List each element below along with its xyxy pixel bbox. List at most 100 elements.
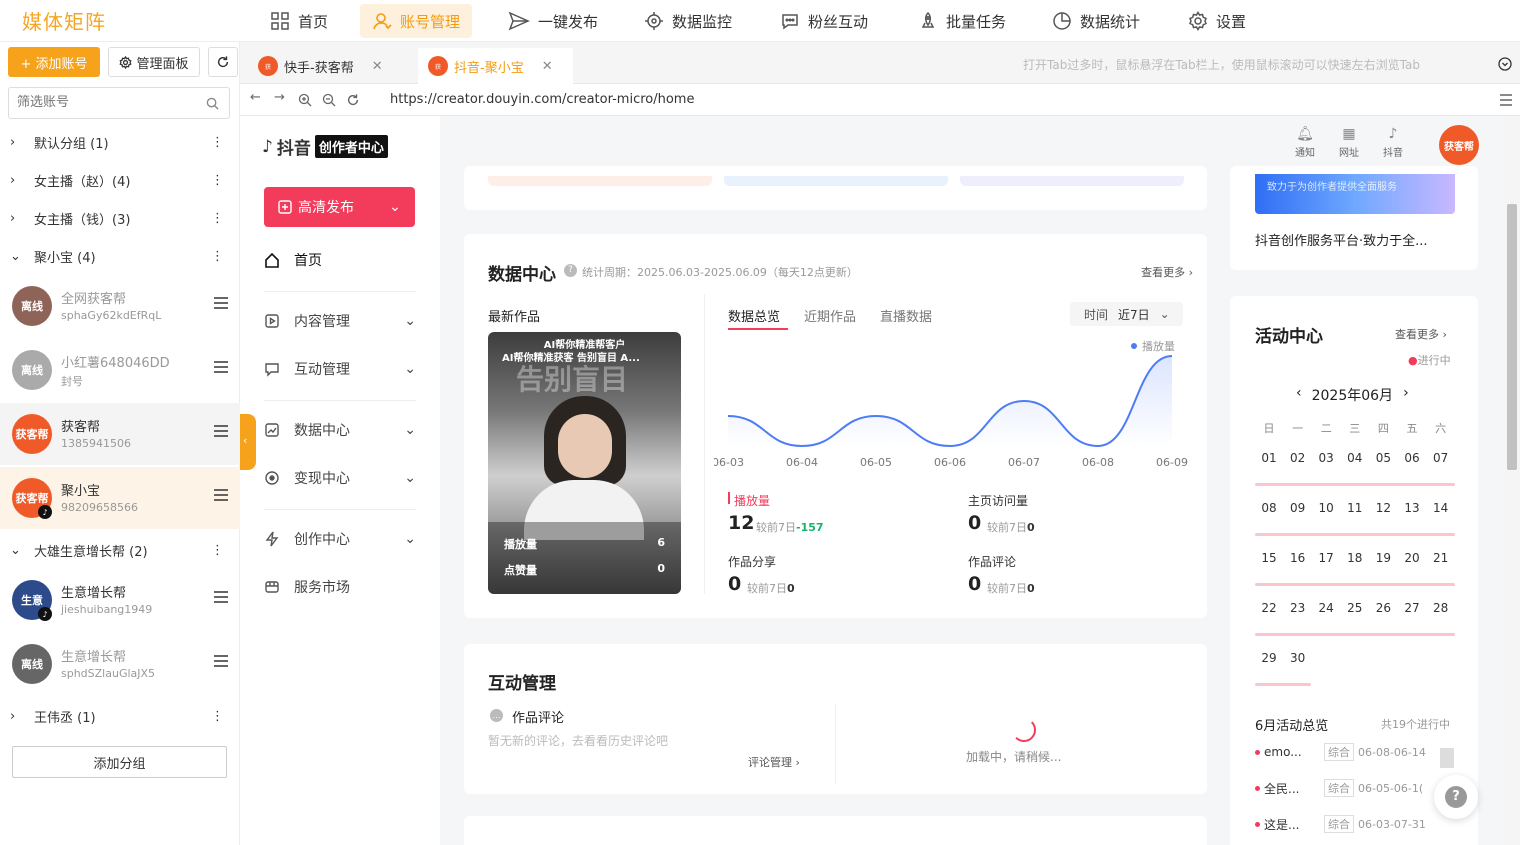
nav-publish[interactable]: 一键发布 xyxy=(496,4,610,38)
close-icon[interactable]: ✕ xyxy=(372,59,383,74)
publish-button[interactable]: 高清发布 ⌄ xyxy=(264,187,415,227)
chevron-left-icon[interactable]: ‹ xyxy=(1296,385,1302,405)
video-thumbnail[interactable]: AI帮你精准帮客户 AI帮你精准获客 告别盲目 A... 告别盲目 播放量 6 … xyxy=(488,332,681,594)
account-item[interactable]: 离线 小红薯648046DD 封号 xyxy=(0,339,240,401)
group-juxiaobao[interactable]: ⌄ 聚小宝 (4) ⋮ xyxy=(0,238,240,274)
calendar-day[interactable]: 09 xyxy=(1284,501,1312,515)
list-icon[interactable] xyxy=(214,361,228,373)
calendar-day[interactable]: 28 xyxy=(1427,601,1455,615)
notification-button[interactable]: 🔔︎ 通知 xyxy=(1290,126,1320,159)
activity-item[interactable]: emo... 综合 06-08-06-14 xyxy=(1255,742,1465,762)
activity-more-link[interactable]: 查看更多 › xyxy=(1395,326,1447,342)
nav-monitor[interactable]: 数据监控 xyxy=(632,4,744,38)
forward-icon[interactable]: → xyxy=(274,90,285,105)
group-daxiong[interactable]: ⌄ 大雄生意增长帮 (2) ⋮ xyxy=(0,532,240,568)
links-button[interactable]: ▦ 网址 xyxy=(1334,126,1364,159)
calendar-day[interactable]: 06 xyxy=(1398,451,1426,465)
list-icon[interactable] xyxy=(214,489,228,501)
nav-fans[interactable]: 粉丝互动 xyxy=(768,4,880,38)
tab-overview[interactable]: 数据总览 xyxy=(728,306,780,325)
collapse-sidebar-handle[interactable]: ‹ xyxy=(240,414,256,470)
comment-manage-link[interactable]: 评论管理 › xyxy=(748,754,800,770)
user-avatar[interactable]: 获客帮 xyxy=(1439,125,1479,165)
group-zhao[interactable]: › 女主播（赵）(4) ⋮ xyxy=(0,162,240,198)
calendar-day[interactable]: 22 xyxy=(1255,601,1283,615)
list-icon[interactable] xyxy=(214,425,228,437)
dy-nav-monetize[interactable]: 变现中心 ⌄ xyxy=(264,456,416,500)
chevron-right-icon[interactable]: › xyxy=(1403,385,1409,405)
account-item[interactable]: 生意 ♪ 生意增长帮 jieshuibang1949 xyxy=(0,569,240,631)
account-item[interactable]: 获客帮 获客帮 1385941506 xyxy=(0,403,240,465)
dy-nav-interaction[interactable]: 互动管理 ⌄ xyxy=(264,347,416,391)
account-filter-input[interactable] xyxy=(17,88,197,116)
time-range-select[interactable]: 时间 近7日 ⌄ xyxy=(1070,302,1183,326)
calendar-day[interactable]: 14 xyxy=(1427,501,1455,515)
scrollbar-thumb[interactable] xyxy=(1507,204,1517,470)
more-vert-icon[interactable]: ⋮ xyxy=(211,135,224,150)
nav-home[interactable]: 首页 xyxy=(258,4,340,38)
calendar-day[interactable]: 01 xyxy=(1255,451,1283,465)
calendar-day[interactable]: 23 xyxy=(1284,601,1312,615)
chevron-down-circle-icon[interactable] xyxy=(1498,57,1512,71)
account-item[interactable]: 离线 生意增长帮 sphdSZlauGlaJX5 xyxy=(0,633,240,695)
more-vert-icon[interactable]: ⋮ xyxy=(211,211,224,226)
calendar-day[interactable]: 08 xyxy=(1255,501,1283,515)
calendar-day[interactable]: 26 xyxy=(1369,601,1397,615)
url-field[interactable]: https://creator.douyin.com/creator-micro… xyxy=(390,92,694,107)
calendar-day[interactable]: 03 xyxy=(1312,451,1340,465)
calendar-day[interactable]: 24 xyxy=(1312,601,1340,615)
more-vert-icon[interactable]: ⋮ xyxy=(211,249,224,264)
add-group-button[interactable]: 添加分组 xyxy=(12,746,227,778)
manage-panel-button[interactable]: 管理面板 xyxy=(108,47,200,77)
nav-stats[interactable]: 数据统计 xyxy=(1040,4,1152,38)
calendar-day[interactable]: 10 xyxy=(1312,501,1340,515)
calendar-day[interactable]: 18 xyxy=(1341,551,1369,565)
account-item[interactable]: 离线 全网获客帮 sphaGy62kdEfRqL xyxy=(0,275,240,337)
more-vert-icon[interactable]: ⋮ xyxy=(211,173,224,188)
dy-nav-home[interactable]: 首页 xyxy=(264,238,416,282)
calendar-day[interactable]: 30 xyxy=(1284,651,1312,665)
nav-settings[interactable]: 设置 xyxy=(1176,4,1258,38)
calendar-day[interactable]: 20 xyxy=(1398,551,1426,565)
group-default[interactable]: › 默认分组 (1) ⋮ xyxy=(0,124,240,160)
calendar-day[interactable]: 15 xyxy=(1255,551,1283,565)
calendar-day[interactable]: 12 xyxy=(1369,501,1397,515)
nav-batch[interactable]: 批量任务 xyxy=(906,4,1018,38)
activity-item[interactable]: 这是... 综合 06-03-07-31 xyxy=(1255,814,1465,834)
more-vert-icon[interactable]: ⋮ xyxy=(211,709,224,724)
platform-banner[interactable]: 致力于为创作者提供全面服务 xyxy=(1255,174,1455,214)
douyin-app-button[interactable]: ♪ 抖音 xyxy=(1378,126,1408,159)
tab-kuaishou[interactable]: 获 快手-获客帮 ✕ xyxy=(248,48,398,84)
more-vert-icon[interactable]: ⋮ xyxy=(211,543,224,558)
calendar-day[interactable]: 29 xyxy=(1255,651,1283,665)
platform-text[interactable]: 抖音创作服务平台·致力于全... xyxy=(1255,230,1428,249)
calendar-day[interactable]: 16 xyxy=(1284,551,1312,565)
dy-nav-data[interactable]: 数据中心 ⌄ xyxy=(264,408,416,452)
data-more-link[interactable]: 查看更多 › xyxy=(1141,264,1193,280)
page-scrollbar[interactable] xyxy=(1505,116,1520,845)
tab-live-data[interactable]: 直播数据 xyxy=(880,306,932,325)
tab-douyin[interactable]: 获 抖音-聚小宝 ✕ xyxy=(418,48,573,84)
dy-nav-market[interactable]: 服务市场 xyxy=(264,565,416,609)
calendar-day[interactable]: 11 xyxy=(1341,501,1369,515)
account-filter[interactable] xyxy=(8,87,230,119)
calendar-day[interactable]: 17 xyxy=(1312,551,1340,565)
calendar-day[interactable]: 21 xyxy=(1427,551,1455,565)
tab-recent-works[interactable]: 近期作品 xyxy=(804,306,856,325)
nav-account-management[interactable]: 账号管理 xyxy=(360,4,473,38)
dy-nav-create[interactable]: 创作中心 ⌄ xyxy=(264,517,416,561)
chevron-down-icon[interactable]: ⌄ xyxy=(375,187,415,227)
calendar-day[interactable]: 25 xyxy=(1341,601,1369,615)
calendar-day[interactable]: 27 xyxy=(1398,601,1426,615)
zoom-out-icon[interactable] xyxy=(322,93,336,107)
calendar-day[interactable]: 05 xyxy=(1369,451,1397,465)
list-icon[interactable] xyxy=(214,297,228,309)
calendar-day[interactable]: 04 xyxy=(1341,451,1369,465)
group-qian[interactable]: › 女主播（钱）(3) ⋮ xyxy=(0,200,240,236)
reload-icon[interactable] xyxy=(346,93,360,107)
dy-nav-content[interactable]: 内容管理 ⌄ xyxy=(264,299,416,343)
close-icon[interactable]: ✕ xyxy=(542,59,553,74)
calendar-day[interactable]: 07 xyxy=(1427,451,1455,465)
group-wangweicheng[interactable]: › 王伟丞 (1) ⋮ xyxy=(0,698,240,734)
zoom-in-icon[interactable] xyxy=(298,93,312,107)
